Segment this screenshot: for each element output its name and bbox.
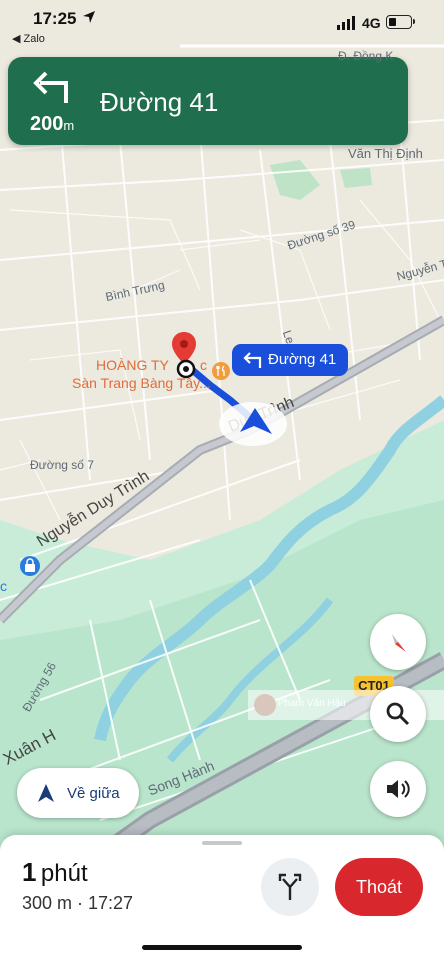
network-type: 4G <box>362 15 381 31</box>
eta-value: 1 <box>22 857 37 887</box>
lock-icon <box>25 558 35 572</box>
map-label: Văn Thị Định <box>348 146 423 161</box>
map-label: Đ. Đồng K <box>338 49 394 63</box>
restaurant-icon[interactable] <box>211 361 231 381</box>
exit-label: Thoát <box>355 877 403 897</box>
eta-unit: phút <box>40 860 88 887</box>
map-label: c <box>0 578 7 594</box>
turn-left-icon <box>243 352 262 368</box>
alternate-routes-icon <box>278 873 302 900</box>
battery-icon <box>386 15 412 29</box>
signal-icon <box>337 16 355 30</box>
sheet-handle[interactable] <box>202 841 242 845</box>
route-chip-label: Đường 41 <box>268 351 337 368</box>
search-icon <box>386 702 410 726</box>
home-indicator[interactable] <box>142 945 302 950</box>
compass-button[interactable] <box>370 614 426 670</box>
recenter-button[interactable]: Về giữa <box>17 768 139 818</box>
volume-icon <box>387 780 410 798</box>
battery-tip <box>413 19 415 24</box>
poi-name-suffix: c <box>200 357 207 373</box>
volume-button[interactable] <box>370 761 426 817</box>
next-street-name: Đường 41 <box>100 87 219 117</box>
poi-name-line1[interactable]: HOÀNG TY <box>96 357 169 373</box>
exit-navigation-button[interactable]: Thoát <box>335 858 423 916</box>
poi-name-line2[interactable]: Sàn Trang Bàng Tây... <box>72 375 211 391</box>
trip-distance-arrival: 300 m · 17:27 <box>22 893 134 913</box>
recenter-arrow-icon <box>38 784 54 802</box>
route-street-chip: Đường 41 <box>232 344 348 376</box>
map-label: Đường số 7 <box>30 458 94 472</box>
search-button[interactable] <box>370 686 426 742</box>
avatar <box>254 694 276 716</box>
maneuver-distance: 200m <box>30 113 74 136</box>
turn-left-icon <box>33 71 68 103</box>
status-bar: 17:25 ◀ Zalo 4G <box>0 0 444 50</box>
status-time: 17:25 <box>33 9 77 28</box>
distance-value: 200 <box>30 113 64 135</box>
distance-unit: m <box>63 118 75 133</box>
eta: 1 phút <box>22 857 88 888</box>
watermark-text: Phạm Văn Hậu <box>278 698 346 709</box>
navigation-banner[interactable]: 200m Đường 41 <box>8 57 408 145</box>
navigation-arrow-icon <box>219 402 287 446</box>
back-to-app-link[interactable]: ◀ Zalo <box>12 32 45 45</box>
location-arrow-icon <box>83 11 95 23</box>
compass-icon <box>392 634 406 652</box>
alternate-routes-button[interactable] <box>261 858 319 916</box>
recenter-label: Về giữa <box>67 785 120 802</box>
